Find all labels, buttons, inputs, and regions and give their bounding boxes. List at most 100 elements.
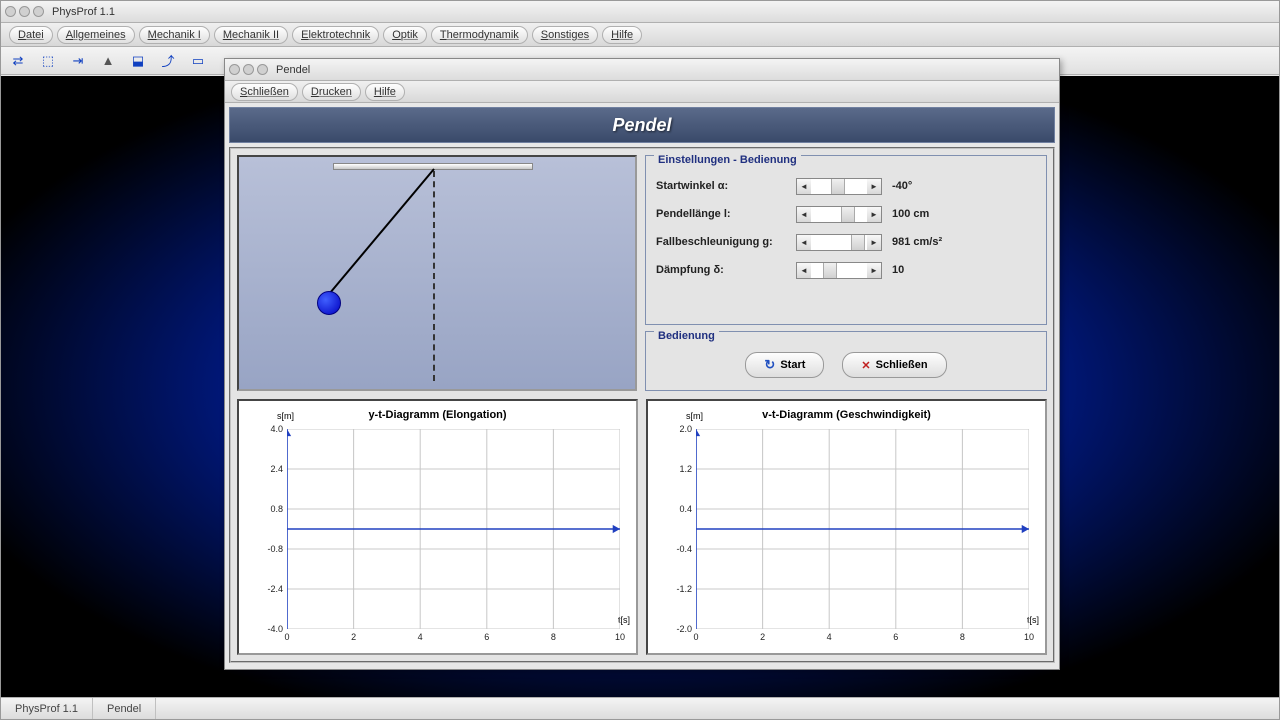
param-row: Pendellänge l:◄►100 cm bbox=[656, 200, 1036, 228]
menu-datei[interactable]: Datei bbox=[9, 26, 53, 44]
controls-fieldset: Bedienung ↻ Start ✕ Schließen bbox=[645, 331, 1047, 391]
spinner-track[interactable] bbox=[811, 179, 867, 194]
settings-fieldset: Einstellungen - Bedienung Startwinkel α:… bbox=[645, 155, 1047, 325]
chart-xtick: 4 bbox=[418, 632, 423, 642]
main-menubar: Datei Allgemeines Mechanik I Mechanik II… bbox=[1, 23, 1279, 47]
spinner-increment[interactable]: ► bbox=[867, 235, 881, 250]
spinner-track[interactable] bbox=[811, 263, 867, 278]
spinner-track[interactable] bbox=[811, 207, 867, 222]
window-control-dot[interactable] bbox=[33, 6, 44, 17]
chart-xtick: 0 bbox=[693, 632, 698, 642]
chart-xtick: 0 bbox=[284, 632, 289, 642]
param-spinner[interactable]: ◄► bbox=[796, 262, 882, 279]
main-titlebar: PhysProf 1.1 bbox=[1, 1, 1279, 23]
menu-optik[interactable]: Optik bbox=[383, 26, 427, 44]
window-control-dot[interactable] bbox=[19, 6, 30, 17]
chart-xtick: 2 bbox=[351, 632, 356, 642]
param-row: Fallbeschleunigung g:◄►981 cm/s² bbox=[656, 228, 1036, 256]
pendel-menu-hilfe[interactable]: Hilfe bbox=[365, 83, 405, 101]
spinner-thumb[interactable] bbox=[841, 207, 855, 222]
chart-title: y-t-Diagramm (Elongation) bbox=[247, 409, 628, 421]
chart-ytick: 0.4 bbox=[662, 504, 692, 514]
pendel-menu-schliessen[interactable]: Schließen bbox=[231, 83, 298, 101]
param-value: 100 cm bbox=[892, 208, 929, 220]
chart-ytick: 2.0 bbox=[662, 424, 692, 434]
window-control-dot[interactable] bbox=[229, 64, 240, 75]
content-frame: Einstellungen - Bedienung Startwinkel α:… bbox=[229, 147, 1055, 663]
main-window-title: PhysProf 1.1 bbox=[52, 6, 115, 18]
toolbar-icon[interactable]: ⬚ bbox=[39, 52, 57, 70]
spinner-increment[interactable]: ► bbox=[867, 179, 881, 194]
param-value: 981 cm/s² bbox=[892, 236, 942, 248]
param-label: Fallbeschleunigung g: bbox=[656, 236, 796, 248]
chart-ytick: -1.2 bbox=[662, 584, 692, 594]
chart-ytick: 0.8 bbox=[253, 504, 283, 514]
param-spinner[interactable]: ◄► bbox=[796, 234, 882, 251]
spinner-thumb[interactable] bbox=[823, 263, 837, 278]
status-app: PhysProf 1.1 bbox=[1, 698, 93, 719]
chart-xtick: 10 bbox=[1024, 632, 1034, 642]
controls-legend: Bedienung bbox=[654, 330, 719, 342]
param-value: 10 bbox=[892, 264, 904, 276]
window-control-dot[interactable] bbox=[257, 64, 268, 75]
param-spinner[interactable]: ◄► bbox=[796, 178, 882, 195]
pendulum-vertical-guide bbox=[433, 171, 435, 381]
menu-elektrotechnik[interactable]: Elektrotechnik bbox=[292, 26, 379, 44]
param-label: Startwinkel α: bbox=[656, 180, 796, 192]
chart-plot-area: -4.0-2.4-0.80.82.44.00246810 bbox=[287, 429, 620, 629]
pendel-menu-drucken[interactable]: Drucken bbox=[302, 83, 361, 101]
spinner-decrement[interactable]: ◄ bbox=[797, 179, 811, 194]
param-spinner[interactable]: ◄► bbox=[796, 206, 882, 223]
spinner-decrement[interactable]: ◄ bbox=[797, 207, 811, 222]
close-button[interactable]: ✕ Schließen bbox=[842, 352, 946, 378]
menu-sonstiges[interactable]: Sonstiges bbox=[532, 26, 598, 44]
start-button[interactable]: ↻ Start bbox=[745, 352, 824, 378]
spinner-decrement[interactable]: ◄ bbox=[797, 235, 811, 250]
param-row: Startwinkel α:◄►-40° bbox=[656, 172, 1036, 200]
chart-ytick: -2.0 bbox=[662, 624, 692, 634]
spinner-thumb[interactable] bbox=[831, 179, 845, 194]
spinner-thumb[interactable] bbox=[851, 235, 865, 250]
toolbar-icon[interactable]: ⇄ bbox=[9, 52, 27, 70]
toolbar-icon[interactable]: ▭ bbox=[189, 52, 207, 70]
chart-xtick: 8 bbox=[551, 632, 556, 642]
toolbar-icon[interactable]: ▲ bbox=[99, 52, 117, 70]
pendulum-rod bbox=[324, 168, 435, 300]
menu-thermodynamik[interactable]: Thermodynamik bbox=[431, 26, 528, 44]
menu-allgemeines[interactable]: Allgemeines bbox=[57, 26, 135, 44]
spinner-increment[interactable]: ► bbox=[867, 263, 881, 278]
spinner-increment[interactable]: ► bbox=[867, 207, 881, 222]
window-control-dot[interactable] bbox=[243, 64, 254, 75]
window-control-dot[interactable] bbox=[5, 6, 16, 17]
chart-xtick: 2 bbox=[760, 632, 765, 642]
settings-legend: Einstellungen - Bedienung bbox=[654, 154, 801, 166]
chart-ytick: 1.2 bbox=[662, 464, 692, 474]
pendulum-ball bbox=[317, 291, 341, 315]
banner: Pendel bbox=[229, 107, 1055, 143]
menu-hilfe[interactable]: Hilfe bbox=[602, 26, 642, 44]
simulation-panel bbox=[237, 155, 637, 391]
chart-xtick: 6 bbox=[893, 632, 898, 642]
toolbar-icon[interactable]: ⤴ bbox=[159, 52, 177, 70]
chart-plot-area: -2.0-1.2-0.40.41.22.00246810 bbox=[696, 429, 1029, 629]
spinner-track[interactable] bbox=[811, 235, 867, 250]
param-label: Dämpfung δ: bbox=[656, 264, 796, 276]
param-row: Dämpfung δ:◄►10 bbox=[656, 256, 1036, 284]
toolbar-icon[interactable]: ⇥ bbox=[69, 52, 87, 70]
chart-title: v-t-Diagramm (Geschwindigkeit) bbox=[656, 409, 1037, 421]
chart-xtick: 10 bbox=[615, 632, 625, 642]
velocity-chart: v-t-Diagramm (Geschwindigkeit)s[m]t[s]-2… bbox=[646, 399, 1047, 655]
menu-mechanik-1[interactable]: Mechanik I bbox=[139, 26, 210, 44]
banner-title: Pendel bbox=[612, 115, 671, 136]
chart-ylabel: s[m] bbox=[277, 411, 294, 421]
chart-ytick: -0.4 bbox=[662, 544, 692, 554]
chart-ytick: -0.8 bbox=[253, 544, 283, 554]
menu-mechanik-2[interactable]: Mechanik II bbox=[214, 26, 288, 44]
chart-ylabel: s[m] bbox=[686, 411, 703, 421]
chart-xtick: 6 bbox=[484, 632, 489, 642]
param-label: Pendellänge l: bbox=[656, 208, 796, 220]
elongation-chart: y-t-Diagramm (Elongation)s[m]t[s]-4.0-2.… bbox=[237, 399, 638, 655]
toolbar-icon[interactable]: ⬓ bbox=[129, 52, 147, 70]
spinner-decrement[interactable]: ◄ bbox=[797, 263, 811, 278]
chart-ytick: -4.0 bbox=[253, 624, 283, 634]
